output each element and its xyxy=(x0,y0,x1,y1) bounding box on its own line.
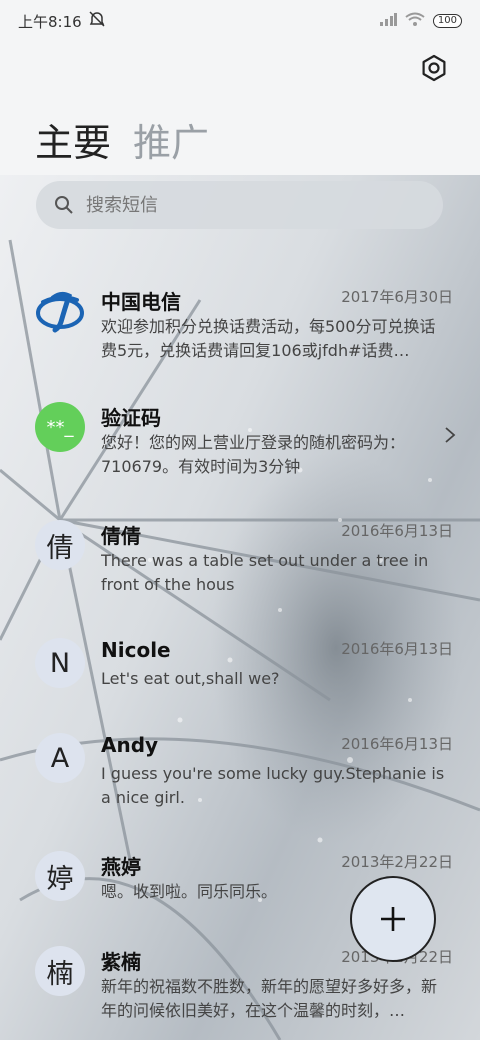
china-telecom-logo-icon xyxy=(36,291,84,333)
contact-name: 倩倩 xyxy=(101,524,141,548)
battery-indicator: 100 xyxy=(432,14,462,28)
category-tabs: 主要 推广 xyxy=(35,112,209,167)
conversation-item[interactable]: 倩 倩倩 2016年6月13日 There was a table set ou… xyxy=(0,504,480,604)
message-date: 2013年2月22日 xyxy=(341,853,453,871)
avatar: 婷 xyxy=(35,851,85,901)
signal-icon xyxy=(379,12,397,30)
search-input[interactable] xyxy=(84,193,408,217)
settings-hexagon-icon xyxy=(422,54,446,82)
avatar: **_ xyxy=(35,402,85,452)
message-preview: 新年的祝福数不胜数，新年的愿望好多好多，新年的问候依旧美好，在这个温馨的时刻，… xyxy=(101,977,438,1020)
avatar xyxy=(35,286,85,336)
message-date: 2016年6月13日 xyxy=(341,735,453,753)
tab-main[interactable]: 主要 xyxy=(35,112,111,167)
tab-promo[interactable]: 推广 xyxy=(133,112,209,167)
avatar: 楠 xyxy=(35,946,85,996)
new-message-button[interactable] xyxy=(350,876,436,962)
status-time: 上午8:16 xyxy=(18,12,82,31)
search-bar[interactable] xyxy=(36,181,443,229)
contact-name: Andy xyxy=(101,733,159,757)
plus-icon xyxy=(381,907,405,931)
message-preview: Let's eat out,shall we? xyxy=(101,669,280,688)
chevron-right-icon xyxy=(445,427,456,443)
settings-button[interactable] xyxy=(418,52,450,84)
message-date: 2016年6月13日 xyxy=(341,522,453,540)
status-left: 上午8:16 xyxy=(18,11,106,32)
message-date: 2017年6月30日 xyxy=(341,288,453,306)
avatar: A xyxy=(35,733,85,783)
conversation-item[interactable]: 中国电信 2017年6月30日 欢迎参加积分兑换话费活动，每500分可兑换话费5… xyxy=(0,270,480,370)
message-preview: I guess you're some lucky guy.Stephanie … xyxy=(101,764,445,807)
wifi-icon xyxy=(405,12,425,30)
message-preview: 欢迎参加积分兑换话费活动，每500分可兑换话费5元，兑换话费请回复106或jfd… xyxy=(101,317,436,360)
conversation-item[interactable]: A Andy 2016年6月13日 I guess you're some lu… xyxy=(0,717,480,817)
conversation-item[interactable]: **_ 验证码 您好！您的网上营业厅登录的随机密码为：710679。有效时间为3… xyxy=(0,386,480,486)
status-right: 100 xyxy=(379,12,462,30)
conversation-item[interactable]: N Nicole 2016年6月13日 Let's eat out,shall … xyxy=(0,622,480,722)
mute-icon xyxy=(88,11,106,31)
search-icon xyxy=(55,196,73,214)
contact-name: 燕婷 xyxy=(101,855,141,879)
status-bar: 上午8:16 100 xyxy=(0,0,480,42)
avatar: N xyxy=(35,638,85,688)
message-preview: 您好！您的网上营业厅登录的随机密码为：710679。有效时间为3分钟 xyxy=(101,433,406,476)
avatar: 倩 xyxy=(35,520,85,570)
contact-name: 中国电信 xyxy=(101,290,181,314)
contact-name: Nicole xyxy=(101,638,171,662)
contact-name: 紫楠 xyxy=(101,950,141,974)
contact-name: 验证码 xyxy=(101,406,161,430)
message-date: 2016年6月13日 xyxy=(341,640,453,658)
message-preview: There was a table set out under a tree i… xyxy=(101,551,429,594)
